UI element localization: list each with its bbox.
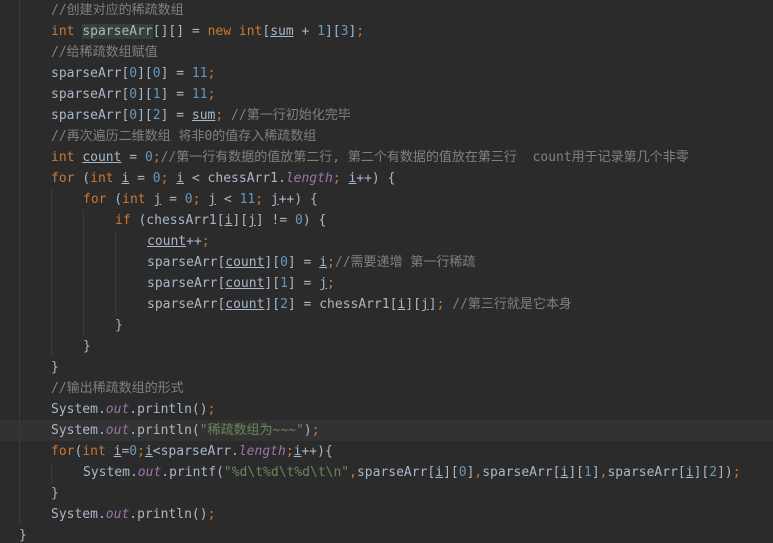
indent-guide — [19, 357, 20, 378]
indent-guide — [19, 399, 20, 420]
indent-guide — [19, 441, 20, 462]
indent-guide — [51, 294, 52, 315]
indent-guide — [19, 336, 20, 357]
code-text: int count = 0;//第一行有数据的值放第二行, 第二个有数据的值放在… — [51, 150, 689, 165]
indent-guide — [19, 210, 20, 231]
code-line-12[interactable]: count++; — [0, 231, 773, 252]
code-text: sparseArr[0][2] = sum; //第一行初始化完毕 — [51, 108, 351, 123]
code-text: count++; — [147, 234, 210, 249]
code-text: sparseArr[count][2] = chessArr1[i][j]; /… — [147, 297, 572, 312]
indent-guide — [19, 105, 20, 126]
indent-guide — [19, 294, 20, 315]
indent-guide — [19, 168, 20, 189]
code-text: sparseArr[0][1] = 11; — [51, 87, 216, 102]
code-line-20[interactable]: System.out.println(); — [0, 399, 773, 420]
indent-guide — [83, 294, 84, 315]
code-line-4[interactable]: sparseArr[0][0] = 11; — [0, 63, 773, 84]
code-line-7[interactable]: //再次遍历二维数组 将非0的值存入稀疏数组 — [0, 126, 773, 147]
code-text: } — [51, 360, 59, 375]
code-line-2[interactable]: int sparseArr[][] = new int[sum + 1][3]; — [0, 21, 773, 42]
code-line-3[interactable]: //给稀疏数组赋值 — [0, 42, 773, 63]
code-line-24[interactable]: } — [0, 483, 773, 504]
code-line-1[interactable]: //创建对应的稀疏数组 — [0, 0, 773, 21]
code-text: } — [115, 318, 123, 333]
indent-guide — [19, 0, 20, 21]
code-line-23[interactable]: System.out.printf("%d\t%d\t%d\t\n",spars… — [0, 462, 773, 483]
indent-guide — [19, 273, 20, 294]
code-line-8[interactable]: int count = 0;//第一行有数据的值放第二行, 第二个有数据的值放在… — [0, 147, 773, 168]
code-line-11[interactable]: if (chessArr1[i][j] != 0) { — [0, 210, 773, 231]
code-line-15[interactable]: sparseArr[count][2] = chessArr1[i][j]; /… — [0, 294, 773, 315]
indent-guide — [51, 336, 52, 357]
code-text: int sparseArr[][] = new int[sum + 1][3]; — [51, 24, 365, 39]
code-text: } — [51, 486, 59, 501]
code-line-17[interactable]: } — [0, 336, 773, 357]
code-line-19[interactable]: //输出稀疏数组的形式 — [0, 378, 773, 399]
code-line-21[interactable]: System.out.println("稀疏数组为~~~"); — [0, 420, 773, 441]
code-editor[interactable]: //创建对应的稀疏数组 int sparseArr[][] = new int[s… — [0, 0, 773, 543]
code-text: if (chessArr1[i][j] != 0) { — [115, 213, 327, 228]
indent-guide — [19, 42, 20, 63]
code-line-14[interactable]: sparseArr[count][1] = j; — [0, 273, 773, 294]
indent-guide — [83, 315, 84, 336]
indent-guide — [19, 84, 20, 105]
code-text: sparseArr[count][0] = i;//需要递增 第一行稀疏 — [147, 255, 476, 270]
indent-guide — [19, 63, 20, 84]
indent-guide — [19, 315, 20, 336]
indent-guide — [115, 294, 116, 315]
code-text: System.out.println(); — [51, 402, 216, 417]
indent-guide — [19, 21, 20, 42]
indent-guide — [19, 189, 20, 210]
code-text: sparseArr[count][1] = j; — [147, 276, 335, 291]
indent-guide — [19, 420, 20, 441]
code-text: } — [19, 528, 27, 543]
code-line-26[interactable]: } — [0, 525, 773, 543]
indent-guide — [51, 315, 52, 336]
code-line-13[interactable]: sparseArr[count][0] = i;//需要递增 第一行稀疏 — [0, 252, 773, 273]
indent-guide — [19, 126, 20, 147]
code-text: for (int j = 0; j < 11; j++) { — [83, 192, 318, 207]
code-line-25[interactable]: System.out.println(); — [0, 504, 773, 525]
indent-guide — [19, 147, 20, 168]
indent-guide — [83, 273, 84, 294]
code-text: for (int i = 0; i < chessArr1.length; i+… — [51, 171, 396, 186]
code-line-10[interactable]: for (int j = 0; j < 11; j++) { — [0, 189, 773, 210]
indent-guide — [19, 483, 20, 504]
indent-guide — [19, 231, 20, 252]
indent-guide — [115, 231, 116, 252]
indent-guide — [83, 231, 84, 252]
indent-guide — [51, 189, 52, 210]
indent-guide — [51, 210, 52, 231]
code-text: for(int i=0;i<sparseArr.length;i++){ — [51, 444, 333, 459]
code-text: System.out.printf("%d\t%d\t%d\t\n",spars… — [83, 465, 741, 480]
indent-guide — [51, 273, 52, 294]
code-text: System.out.println("稀疏数组为~~~"); — [51, 423, 320, 438]
indent-guide — [51, 462, 52, 483]
indent-guide — [115, 273, 116, 294]
code-line-22[interactable]: for(int i=0;i<sparseArr.length;i++){ — [0, 441, 773, 462]
code-text: //再次遍历二维数组 将非0的值存入稀疏数组 — [51, 129, 317, 144]
indent-guide — [51, 252, 52, 273]
indent-guide — [19, 378, 20, 399]
indent-guide — [51, 231, 52, 252]
code-line-18[interactable]: } — [0, 357, 773, 378]
code-line-5[interactable]: sparseArr[0][1] = 11; — [0, 84, 773, 105]
code-text: //输出稀疏数组的形式 — [51, 381, 184, 396]
indent-guide — [83, 210, 84, 231]
code-text: System.out.println(); — [51, 507, 216, 522]
code-line-9[interactable]: for (int i = 0; i < chessArr1.length; i+… — [0, 168, 773, 189]
code-text: //给稀疏数组赋值 — [51, 45, 158, 60]
indent-guide — [83, 252, 84, 273]
indent-guide — [19, 462, 20, 483]
indent-guide — [19, 252, 20, 273]
code-text: //创建对应的稀疏数组 — [51, 3, 184, 18]
code-line-16[interactable]: } — [0, 315, 773, 336]
code-line-6[interactable]: sparseArr[0][2] = sum; //第一行初始化完毕 — [0, 105, 773, 126]
indent-guide — [19, 504, 20, 525]
code-text: } — [83, 339, 91, 354]
code-text: sparseArr[0][0] = 11; — [51, 66, 216, 81]
indent-guide — [115, 252, 116, 273]
